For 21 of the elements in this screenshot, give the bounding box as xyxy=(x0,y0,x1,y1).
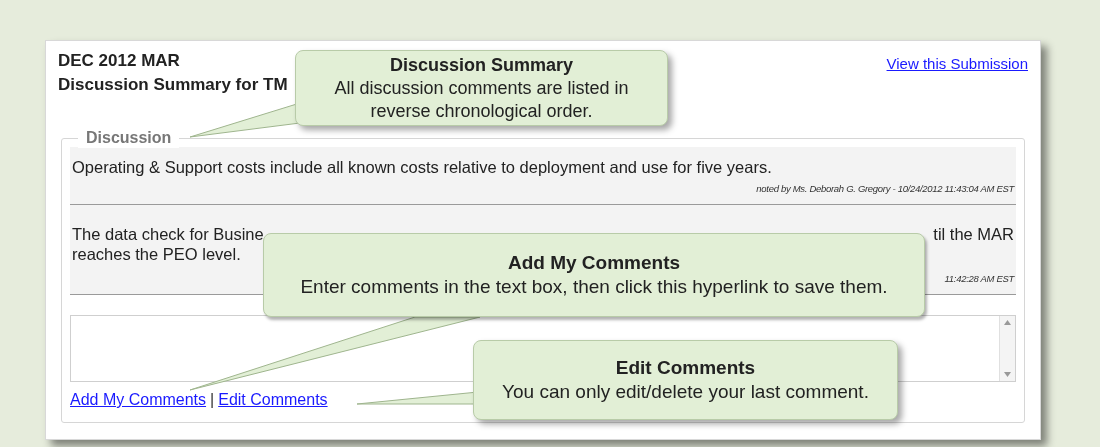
callout-text: Enter comments in the text box, then click this hyperlink to save them. xyxy=(300,275,888,299)
link-separator: | xyxy=(210,390,215,410)
callout-title: Add My Comments xyxy=(507,251,681,275)
comment-author-time: noted by Ms. Deborah G. Gregory - 10/24/2012 11:43:04 AM EST xyxy=(756,181,1014,196)
comment-author-time: 11:42:28 AM EST xyxy=(944,271,1014,286)
comment-text: til the MAR xyxy=(933,224,1014,244)
comment-text: The data check for Busine xyxy=(72,224,264,244)
callout-title: Edit Comments xyxy=(615,356,756,380)
page-title: DEC 2012 MAR xyxy=(58,51,181,71)
callout-title: Discussion Summary xyxy=(389,53,574,77)
fieldset-legend: Discussion xyxy=(78,128,180,148)
comment-text: reaches the PEO level. xyxy=(72,244,241,264)
scroll-down-icon[interactable] xyxy=(1004,372,1011,377)
view-submission-link[interactable]: View this Submission xyxy=(886,53,1028,76)
callout-text: You can only edit/delete your last comment. xyxy=(502,380,869,404)
comment-action-link[interactable]: Add My Comments xyxy=(70,390,207,410)
scroll-up-icon[interactable] xyxy=(1004,320,1011,325)
callout-text: All discussion comments are listed in reverse chronological order. xyxy=(333,76,630,123)
comment-text: Operating & Support costs include all known costs relative to deployment and use for five years. xyxy=(72,157,772,177)
comment-action-link[interactable]: Edit Comments xyxy=(218,390,328,410)
page-subtitle: Discussion Summary for TM xyxy=(58,75,288,95)
